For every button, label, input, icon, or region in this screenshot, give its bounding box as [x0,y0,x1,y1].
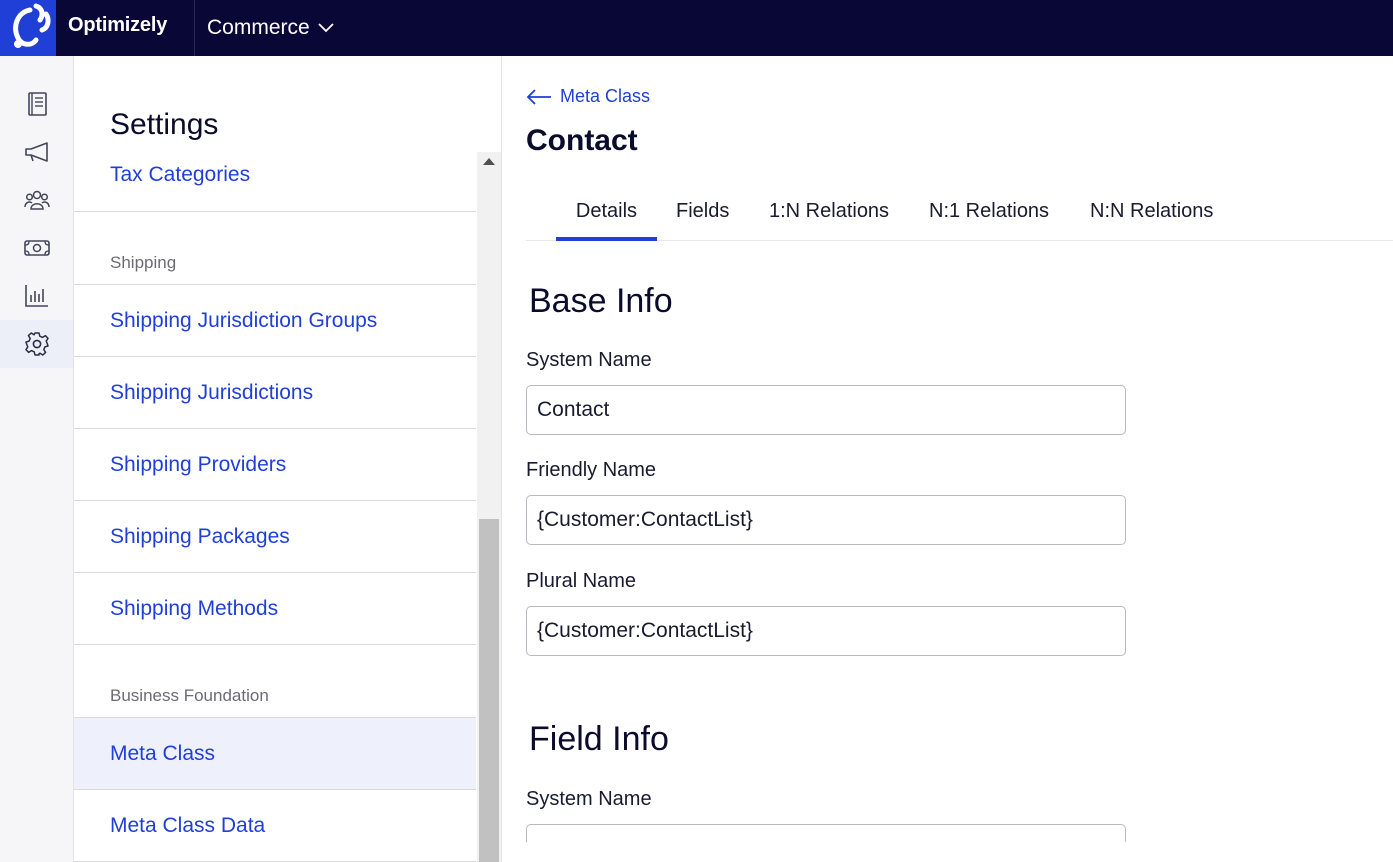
tab-bar: Details Fields 1:N Relations N:1 Relatio… [526,184,1393,241]
system-name-input[interactable] [526,385,1126,435]
scroll-thumb[interactable] [479,519,499,862]
tab-details[interactable]: Details [556,198,657,241]
rail-item-settings[interactable] [0,320,73,368]
nav-item-shipping-packages[interactable]: Shipping Packages [74,501,476,573]
top-bar: Optimizely Commerce [0,0,1393,56]
bar-chart-icon [24,285,48,307]
label-friendly-name: Friendly Name [526,459,657,481]
back-link[interactable]: Meta Class [526,86,650,107]
divider [74,211,476,212]
brand-name: Optimizely [68,14,168,36]
tab-nn-relations[interactable]: N:N Relations [1090,198,1213,241]
rail-item-marketing[interactable] [0,128,73,176]
label-field-system-name: System Name [526,788,652,810]
settings-title: Settings [110,108,219,141]
rail-item-catalog[interactable] [0,80,73,128]
nav-item-shipping-methods[interactable]: Shipping Methods [74,573,476,645]
customers-group-icon [23,190,50,210]
brand-block[interactable]: Optimizely [0,0,195,56]
plural-name-input[interactable] [526,606,1126,656]
page-title: Contact [526,124,638,157]
tab-n1-relations[interactable]: N:1 Relations [929,198,1049,241]
field-system-name-clip [526,824,1128,842]
megaphone-icon [24,142,48,162]
product-switcher-label: Commerce [207,16,310,39]
money-icon [23,240,50,256]
rail-item-reports[interactable] [0,272,73,320]
back-link-label: Meta Class [560,86,651,106]
nav-section-business-foundation: Business Foundation [110,686,269,705]
arrow-left-icon [526,88,551,105]
rail-item-customers[interactable] [0,176,73,224]
label-plural-name: Plural Name [526,570,637,592]
settings-panel: Settings Tax Categories Shipping Shippin… [74,56,502,862]
nav-item-shipping-providers[interactable]: Shipping Providers [74,429,476,501]
nav-link-tax-categories[interactable]: Tax Categories [110,163,250,187]
nav-item-shipping-jurisdictions[interactable]: Shipping Jurisdictions [74,357,476,429]
nav-section-shipping: Shipping [110,253,177,272]
scroll-up-arrow-icon[interactable] [483,158,495,165]
product-switcher[interactable]: Commerce [207,16,334,40]
chevron-down-icon [318,23,334,33]
tab-1n-relations[interactable]: 1:N Relations [769,198,889,241]
section-title-field-info: Field Info [529,720,669,758]
rail-item-orders[interactable] [0,224,73,272]
nav-item-meta-class-data[interactable]: Meta Class Data [74,790,476,862]
catalog-book-icon [27,92,47,116]
tab-fields[interactable]: Fields [676,198,729,241]
friendly-name-input[interactable] [526,495,1126,545]
optimizely-logo-icon [0,0,56,56]
label-system-name: System Name [526,349,652,371]
settings-scrollbar[interactable] [477,152,501,862]
field-system-name-input[interactable] [526,824,1126,842]
main-content: Meta Class Contact Details Fields 1:N Re… [502,56,1393,862]
icon-rail [0,56,74,862]
section-title-base-info: Base Info [529,282,673,320]
gear-icon [24,332,49,356]
nav-item-meta-class[interactable]: Meta Class [74,718,476,790]
nav-item-shipping-jurisdiction-groups[interactable]: Shipping Jurisdiction Groups [74,285,476,357]
